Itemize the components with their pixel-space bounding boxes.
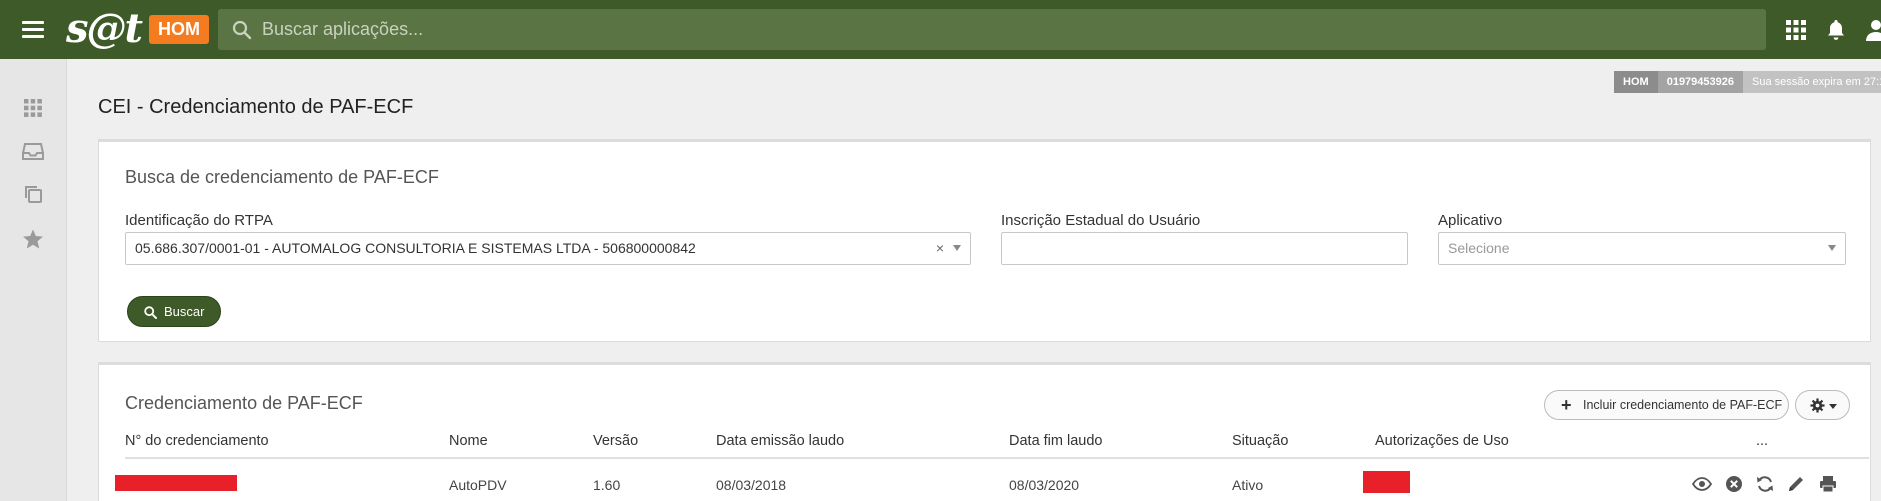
buscar-button[interactable]: Buscar — [127, 296, 221, 327]
col-header-actions: ... — [1756, 433, 1769, 449]
app-search-input[interactable] — [262, 9, 1752, 50]
chevron-down-icon — [1828, 245, 1836, 251]
session-user-id: 01979453926 — [1657, 71, 1743, 93]
redacted-autorizacoes — [1363, 471, 1410, 493]
col-header-nome[interactable]: Nome — [449, 433, 488, 449]
session-expire: Sua sessão expira em 27:1 — [1743, 71, 1881, 93]
menu-icon[interactable] — [18, 17, 50, 43]
cell-situacao: Ativo — [1232, 477, 1264, 493]
cell-data-fim: 08/03/2020 — [1009, 477, 1080, 493]
cancel-circle-icon[interactable] — [1724, 474, 1744, 494]
cell-nome: AutoPDV — [449, 477, 507, 493]
env-badge: HOM — [149, 15, 209, 44]
gear-icon — [1810, 398, 1825, 413]
cell-data-emissao: 08/03/2018 — [716, 477, 787, 493]
clear-icon[interactable]: × — [936, 233, 944, 264]
page-title: CEI - Credenciamento de PAF-ECF — [98, 96, 414, 118]
aplicativo-placeholder: Selecione — [1448, 240, 1510, 256]
col-header-autorizacoes[interactable]: Autorizações de Uso — [1375, 433, 1509, 449]
rtpa-select[interactable]: 05.686.307/0001-01 - AUTOMALOG CONSULTOR… — [125, 232, 971, 265]
apps-grid-icon[interactable] — [22, 97, 44, 119]
add-credenciamento-label: Incluir credenciamento de PAF-ECF — [1583, 398, 1783, 412]
copy-icon[interactable] — [22, 183, 44, 205]
app-search-box[interactable] — [218, 9, 1766, 50]
refresh-icon[interactable] — [1755, 474, 1775, 494]
ie-input[interactable] — [1001, 232, 1408, 265]
chevron-down-icon — [953, 245, 961, 251]
settings-dropdown-button[interactable] — [1795, 390, 1850, 420]
app-logo[interactable]: s@t — [66, 6, 143, 52]
ie-label: Inscrição Estadual do Usuário — [1001, 212, 1201, 229]
results-panel-title: Credenciamento de PAF-ECF — [125, 393, 363, 413]
rtpa-label: Identificação do RTPA — [125, 212, 273, 229]
col-header-data-fim[interactable]: Data fim laudo — [1009, 433, 1103, 449]
search-icon — [144, 306, 157, 319]
results-panel: Credenciamento de PAF-ECF + Incluir cred… — [98, 362, 1871, 501]
col-header-numero[interactable]: N° do credenciamento — [125, 433, 269, 449]
search-icon — [232, 20, 252, 40]
session-strip: HOM 01979453926 Sua sessão expira em 27:… — [1614, 71, 1881, 93]
rtpa-value: 05.686.307/0001-01 - AUTOMALOG CONSULTOR… — [135, 240, 696, 256]
search-panel-title: Busca de credenciamento de PAF-ECF — [125, 167, 439, 187]
plus-icon: + — [1561, 395, 1572, 415]
table-header-divider — [125, 457, 1869, 459]
top-bar: s@t HOM — [0, 0, 1881, 59]
col-header-situacao[interactable]: Situação — [1232, 433, 1288, 449]
aplicativo-select[interactable]: Selecione — [1438, 232, 1846, 265]
user-icon[interactable] — [1864, 18, 1881, 42]
side-rail — [0, 59, 67, 501]
pencil-icon[interactable] — [1786, 474, 1806, 494]
chevron-down-icon — [1829, 404, 1837, 409]
printer-icon[interactable] — [1818, 474, 1838, 494]
cell-versao: 1.60 — [593, 477, 621, 493]
add-credenciamento-button[interactable]: + Incluir credenciamento de PAF-ECF — [1544, 390, 1789, 420]
inbox-icon[interactable] — [22, 140, 44, 162]
aplicativo-label: Aplicativo — [1438, 212, 1503, 229]
search-panel: Busca de credenciamento de PAF-ECF Ident… — [98, 139, 1871, 342]
col-header-versao[interactable]: Versão — [593, 433, 638, 449]
col-header-data-emissao[interactable]: Data emissão laudo — [716, 433, 844, 449]
star-icon[interactable] — [22, 228, 44, 250]
redacted-numero — [115, 475, 237, 491]
session-env: HOM — [1614, 71, 1658, 93]
eye-icon[interactable] — [1692, 474, 1712, 494]
buscar-button-label: Buscar — [164, 304, 205, 319]
bell-icon[interactable] — [1824, 18, 1848, 42]
apps-grid-icon[interactable] — [1784, 18, 1808, 42]
